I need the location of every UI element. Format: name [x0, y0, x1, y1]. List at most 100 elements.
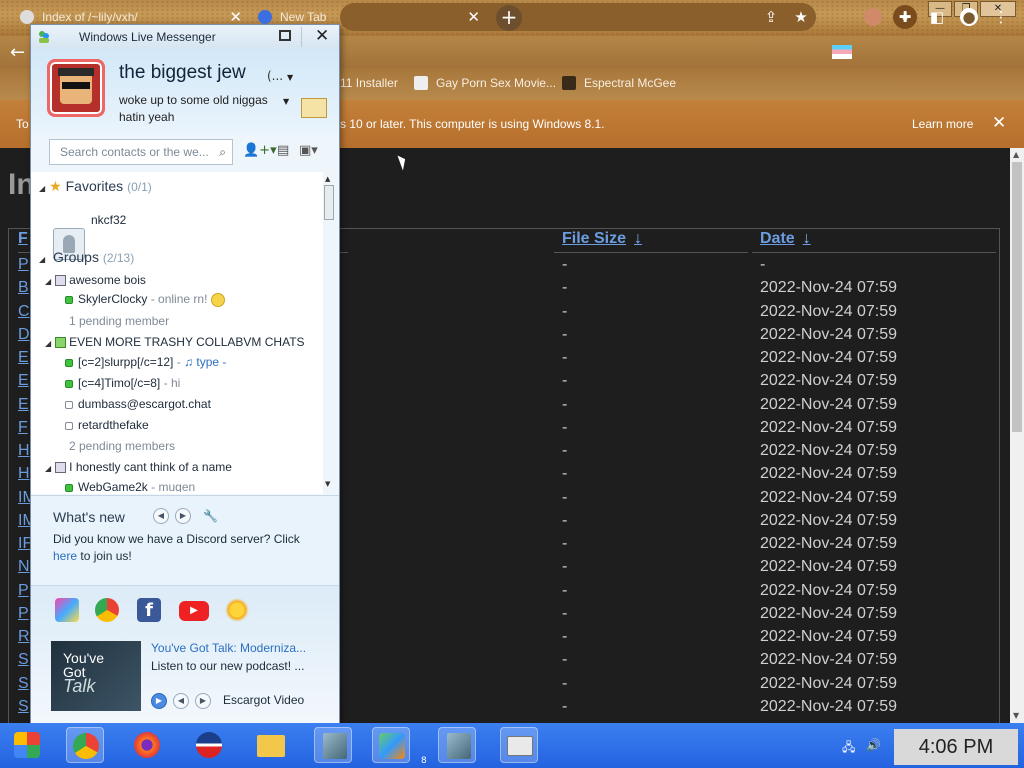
tab-index[interactable]: Index of /~lily/vxh/ ✕ — [20, 2, 242, 32]
file-name-link[interactable]: E — [18, 372, 29, 390]
flag-extension-icon[interactable] — [832, 45, 852, 59]
file-name-link[interactable]: H — [18, 465, 30, 483]
promo-title-link[interactable]: You've Got Talk: Moderniza... — [151, 641, 306, 655]
contact-row[interactable]: dumbass@escargot.chat — [65, 397, 211, 411]
file-name-link[interactable]: C — [18, 303, 30, 321]
file-name-link[interactable]: S — [18, 675, 29, 693]
add-contact-icon[interactable]: 👤+▾ — [243, 143, 277, 158]
installer2-taskbar-button[interactable] — [438, 727, 476, 763]
file-name-link[interactable]: E — [18, 349, 29, 367]
chrome-taskbar-button[interactable] — [66, 727, 104, 763]
sun-icon[interactable] — [225, 598, 249, 622]
infobar-close-icon[interactable]: ✕ — [992, 113, 1006, 133]
firefox-taskbar-button[interactable] — [128, 727, 166, 763]
next-icon[interactable]: ▶ — [195, 693, 211, 709]
personal-message-dropdown-icon[interactable]: ▼ — [283, 97, 289, 106]
contact-row[interactable]: retardthefake — [65, 418, 149, 432]
play-icon[interactable]: ▶ — [151, 693, 167, 709]
c-icon[interactable] — [95, 598, 119, 622]
new-tab-button[interactable]: + — [496, 5, 522, 31]
contact-row[interactable]: WebGame2k - mugen — [65, 480, 195, 492]
file-name-link[interactable]: N — [18, 558, 30, 576]
scrollbar-thumb[interactable] — [324, 185, 334, 220]
share-icon[interactable]: ⇪ — [762, 8, 780, 26]
scrollbar-thumb[interactable] — [1012, 162, 1022, 432]
file-name-link[interactable]: D — [18, 326, 30, 344]
discord-link[interactable]: here — [53, 549, 77, 563]
column-header-date[interactable]: Date ↓ — [760, 230, 811, 248]
extensions-puzzle-icon[interactable]: ✚ — [896, 8, 914, 26]
pending-members[interactable]: 2 pending members — [69, 439, 175, 453]
wrench-icon[interactable]: 🔧 — [203, 509, 218, 523]
file-name-link[interactable]: S — [18, 698, 29, 716]
personal-message[interactable]: woke up to some old niggas hatin yeah — [119, 92, 289, 126]
podcast-thumbnail[interactable]: You've Got Talk — [51, 641, 141, 711]
file-name-link[interactable]: P — [18, 605, 29, 623]
star-icon[interactable]: ★ — [792, 8, 810, 26]
contact-list-scrollbar[interactable]: ▲ ▼ — [323, 175, 335, 493]
learn-more-link[interactable]: Learn more — [912, 117, 973, 131]
close-tab-icon[interactable]: ✕ — [229, 8, 242, 26]
clock[interactable]: 4:06 PM — [894, 729, 1018, 765]
display-name[interactable]: the biggest jew — [119, 62, 246, 84]
group-no-name[interactable]: ◢ I honestly cant think of a name — [45, 460, 232, 474]
app-taskbar-button[interactable] — [500, 727, 538, 763]
file-name-link[interactable]: P — [18, 582, 29, 600]
previous-icon[interactable]: ◀ — [173, 693, 189, 709]
notebook-icon[interactable] — [301, 98, 327, 118]
contact-row[interactable]: [c=2]slurpp[/c=12] - ♫ type - — [65, 355, 226, 369]
side-panel-icon[interactable]: ◧ — [928, 8, 946, 26]
column-header-name[interactable]: F — [18, 230, 28, 248]
options-icon[interactable]: ▣▾ — [299, 143, 318, 158]
collapse-icon: ◢ — [39, 255, 46, 264]
facebook-icon[interactable]: f — [137, 598, 161, 622]
scroll-down-icon[interactable]: ▼ — [1013, 711, 1019, 720]
start-button[interactable] — [8, 727, 46, 763]
scroll-up-icon[interactable]: ▲ — [1013, 150, 1019, 159]
status-dropdown-icon[interactable]: ▼ — [287, 73, 293, 82]
scroll-down-icon[interactable]: ▼ — [325, 480, 330, 488]
account-icon[interactable]: ● — [960, 8, 978, 26]
next-icon[interactable]: ▶ — [175, 508, 191, 524]
installer-taskbar-button[interactable] — [314, 727, 352, 763]
profile-extension-icon[interactable] — [864, 8, 882, 26]
network-icon[interactable]: 🖧 — [842, 738, 855, 759]
previous-icon[interactable]: ◀ — [153, 508, 169, 524]
column-header-size[interactable]: File Size ↓ — [562, 230, 642, 248]
obama-logo-taskbar-button[interactable] — [190, 727, 228, 763]
bookmark-espectral[interactable]: Espectral McGee — [562, 76, 676, 90]
page-scrollbar[interactable]: ▲ ▼ — [1010, 148, 1024, 723]
file-name-link[interactable]: R — [18, 628, 30, 646]
file-name-link[interactable]: P — [18, 256, 29, 274]
firefox-icon — [134, 732, 160, 758]
scroll-up-icon[interactable]: ▲ — [325, 175, 330, 183]
file-explorer-taskbar-button[interactable] — [252, 727, 290, 763]
layout-icon[interactable]: ▤ — [277, 143, 289, 158]
group-collabvm[interactable]: ◢ EVEN MORE TRASHY COLLABVM CHATS — [45, 335, 305, 349]
file-name-link[interactable]: H — [18, 442, 30, 460]
bookmark-installer[interactable]: 11 Installer — [340, 76, 398, 90]
bookmark-movie[interactable]: Gay Porn Sex Movie... — [414, 76, 556, 90]
back-icon[interactable]: ← — [10, 42, 25, 63]
volume-icon[interactable]: 🔊 — [866, 738, 881, 752]
search-contacts-input[interactable]: Search contacts or the we... ⌕ — [49, 139, 233, 165]
file-name-link[interactable]: S — [18, 651, 29, 669]
messenger-icon — [379, 733, 405, 759]
messenger-taskbar-button[interactable] — [372, 727, 410, 763]
group-awesome-bois[interactable]: ◢ awesome bois — [45, 273, 146, 287]
avatar[interactable] — [47, 59, 105, 117]
favorite-contact[interactable]: nkcf32 — [91, 213, 126, 227]
close-tab-icon[interactable]: ✕ — [467, 8, 480, 26]
contact-row[interactable]: SkylerClocky - online rn! — [65, 292, 226, 307]
file-name-link[interactable]: E — [18, 396, 29, 414]
youtube-icon[interactable]: ▶ — [179, 601, 209, 621]
category-favorites[interactable]: ◢ ★ Favorites (0/1) — [39, 178, 152, 195]
contact-row[interactable]: [c=4]Timo[/c=8] - hi — [65, 376, 180, 390]
butterfly-icon[interactable] — [55, 598, 79, 622]
tab-new[interactable]: New Tab ✕ — [258, 2, 480, 32]
file-name-link[interactable]: F — [18, 419, 28, 437]
file-name-link[interactable]: B — [18, 279, 29, 297]
category-groups[interactable]: ◢ Groups (2/13) — [39, 249, 134, 265]
pending-members[interactable]: 1 pending member — [69, 314, 169, 328]
menu-icon[interactable]: ⋮ — [992, 8, 1010, 26]
